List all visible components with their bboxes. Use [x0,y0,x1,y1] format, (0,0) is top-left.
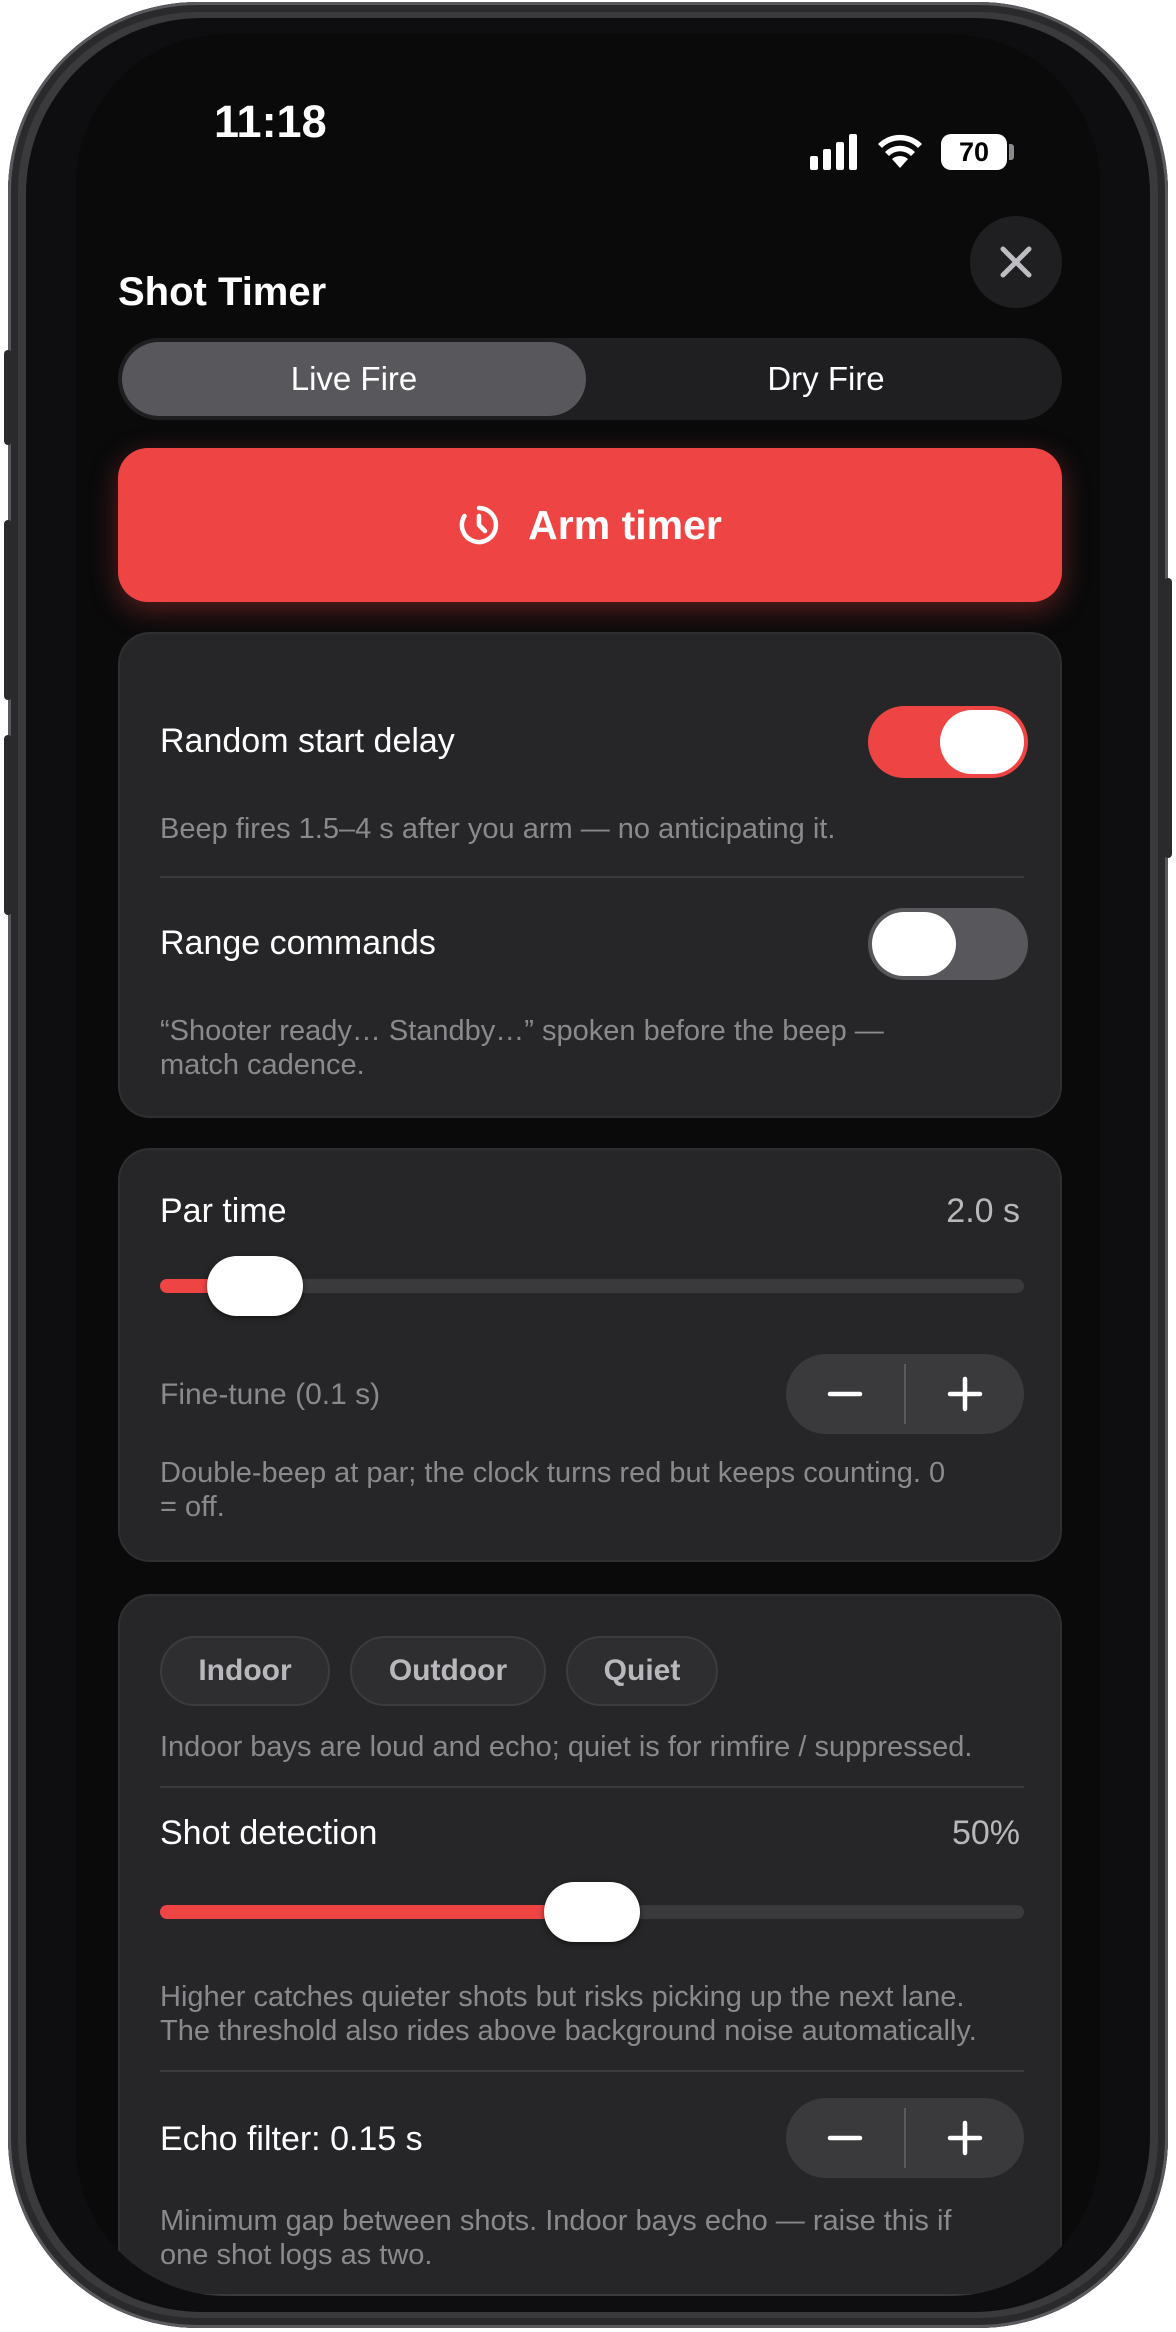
close-button[interactable] [970,216,1062,308]
divider [160,876,1024,878]
chip-quiet[interactable]: Quiet [566,1636,718,1706]
echo-filter-label: Echo filter: 0.15 s [160,2120,423,2158]
chip-outdoor[interactable]: Outdoor [350,1636,546,1706]
increment-button[interactable] [906,1354,1024,1434]
range-commands-label: Range commands [160,924,436,962]
tab-live-fire-label: Live Fire [290,360,418,397]
minus-icon [827,2135,863,2141]
phone-action-button [4,350,12,445]
slider-thumb[interactable] [207,1256,304,1316]
divider [160,2070,1024,2072]
toggle-knob [940,710,1024,774]
cellular-signal-icon [810,134,857,170]
par-time-description-line2: = off. [160,1491,225,1523]
tab-live-fire[interactable]: Live Fire [122,342,586,416]
start-settings-card: Random start delay Beep fires 1.5–4 s af… [118,632,1062,1118]
minus-icon [827,1391,863,1397]
shot-detection-value: 50% [951,1814,1020,1852]
timer-icon [459,505,499,545]
mode-segmented-control: Live Fire Dry Fire [118,338,1062,420]
increment-button[interactable] [906,2098,1024,2178]
divider [160,1786,1024,1788]
arm-timer-label: Arm timer [528,501,722,548]
toggle-knob [872,912,956,976]
par-time-card: Par time 2.0 s Fine-tune (0.1 s) Double-… [118,1148,1062,1562]
par-time-label: Par time [160,1192,287,1230]
plus-icon [947,1376,983,1412]
par-time-value: 2.0 s [946,1192,1020,1230]
shot-detection-slider[interactable] [160,1872,1024,1952]
par-time-stepper [786,1354,1024,1434]
tab-dry-fire[interactable]: Dry Fire [594,342,1058,416]
battery-cap [1009,144,1014,160]
plus-icon [947,2120,983,2156]
detection-card: Indoor Outdoor Quiet Indoor bays are lou… [118,1594,1062,2296]
range-commands-toggle[interactable] [868,908,1028,980]
phone-power-button [1164,578,1172,858]
phone-volume-down-button [4,735,12,915]
echo-filter-description-line2: one shot logs as two. [160,2239,433,2271]
close-icon [1000,246,1032,278]
divider [160,2294,1024,2296]
app-screen: 11:18 70 Shot Timer Live Fire Dry Fire A… [76,34,1100,2296]
environment-description: Indoor bays are loud and echo; quiet is … [160,1731,973,1763]
fine-tune-label: Fine-tune (0.1 s) [160,1378,381,1411]
shot-detection-description-line2: The threshold also rides above backgroun… [160,2015,977,2047]
par-time-description-line1: Double-beep at par; the clock turns red … [160,1457,946,1489]
page-title: Shot Timer [118,270,327,314]
shot-detection-description-line1: Higher catches quieter shots but risks p… [160,1981,965,2013]
slider-thumb[interactable] [544,1882,640,1942]
status-time: 11:18 [214,96,327,147]
random-delay-description: Beep fires 1.5–4 s after you arm — no an… [160,813,836,845]
range-commands-description-line1: “Shooter ready… Standby…” spoken before … [160,1015,884,1047]
echo-filter-description-line1: Minimum gap between shots. Indoor bays e… [160,2205,952,2237]
echo-filter-stepper [786,2098,1024,2178]
tab-dry-fire-label: Dry Fire [767,360,885,397]
chip-indoor[interactable]: Indoor [160,1636,330,1706]
phone-volume-up-button [4,520,12,700]
range-commands-description-line2: match cadence. [160,1049,365,1081]
wifi-icon [878,134,922,168]
random-delay-toggle[interactable] [868,706,1028,778]
shot-detection-label: Shot detection [160,1814,378,1852]
random-delay-label: Random start delay [160,722,455,760]
slider-fill [160,1905,592,1919]
battery-icon: 70 [941,134,1007,170]
par-time-slider[interactable] [160,1246,1024,1326]
decrement-button[interactable] [786,2098,904,2178]
battery-level: 70 [958,136,990,167]
arm-timer-button[interactable]: Arm timer [118,448,1062,602]
decrement-button[interactable] [786,1354,904,1434]
